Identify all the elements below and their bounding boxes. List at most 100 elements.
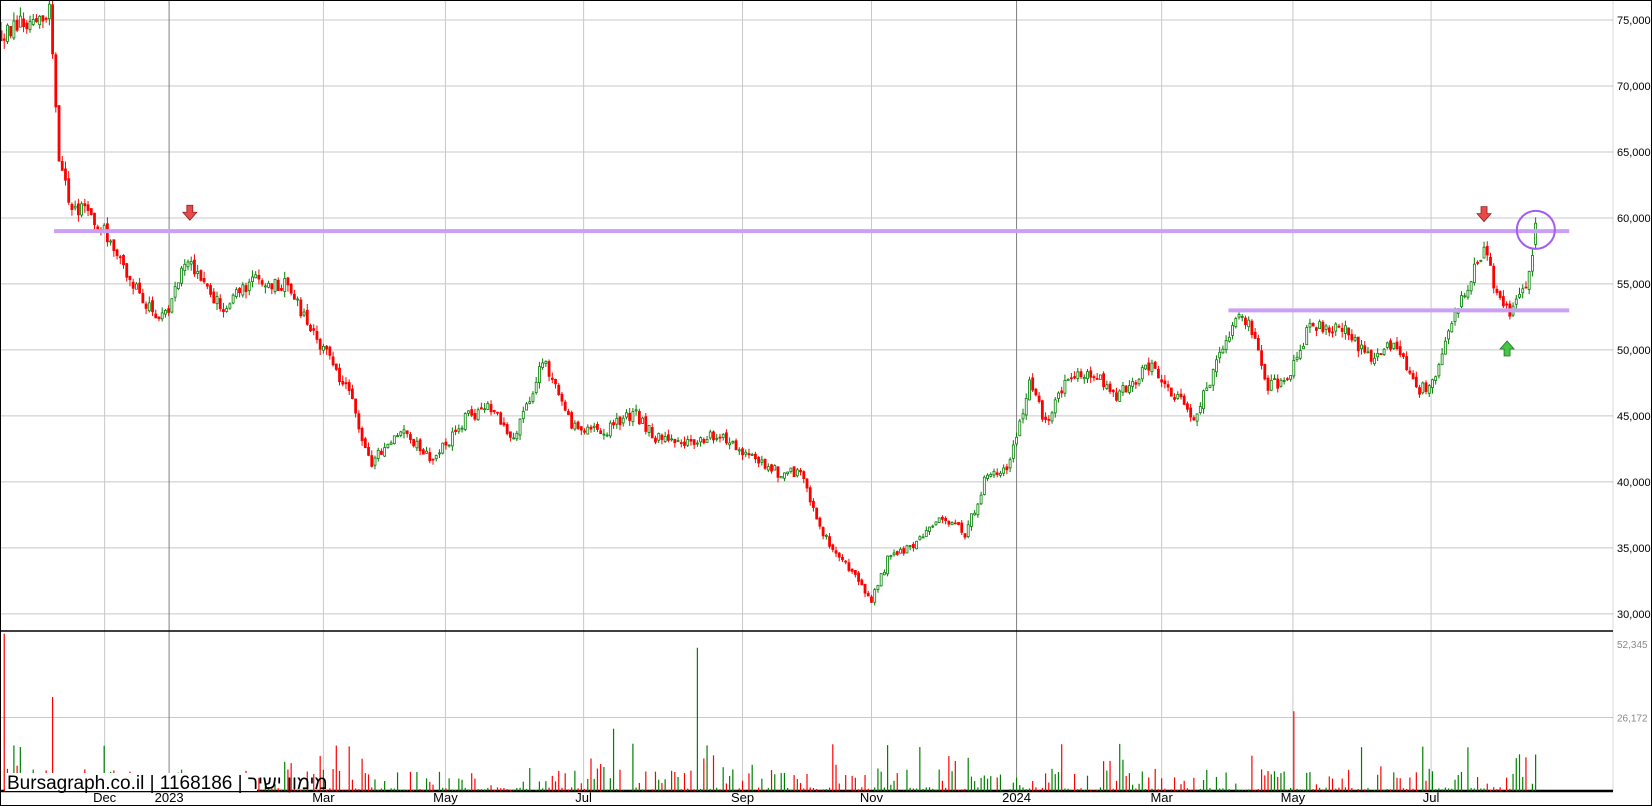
candle-down [144, 303, 148, 309]
candle-down [57, 105, 61, 162]
candle-up [1289, 375, 1292, 380]
candle-down [151, 300, 154, 313]
candle-up [1128, 385, 1131, 393]
candle-down [1363, 345, 1367, 353]
candle-up [634, 409, 638, 412]
candle-down [644, 416, 648, 432]
candle-up [231, 294, 235, 304]
candle-down [1398, 346, 1402, 356]
candle-down [64, 168, 67, 181]
candle-down [328, 346, 332, 356]
candle-down [209, 285, 212, 295]
price-tick-label: 50,000 [1617, 345, 1651, 357]
candle-down [718, 436, 722, 439]
candle-down [612, 422, 615, 426]
candle-down [1505, 303, 1509, 306]
price-tick-label: 35,000 [1617, 543, 1651, 555]
candle-up [1234, 318, 1238, 327]
candle-down [712, 431, 715, 441]
candle-up [1373, 357, 1376, 364]
candle-up [1221, 348, 1225, 354]
candle-down [357, 413, 361, 430]
candle-up [1376, 352, 1380, 358]
candle-down [995, 472, 999, 475]
candle-down [1524, 286, 1528, 289]
candle-up [882, 571, 886, 576]
candle-down [1134, 382, 1138, 385]
candle-up [1208, 384, 1212, 388]
candle-down [1411, 373, 1415, 380]
candle-up [1295, 356, 1299, 360]
candle-up [392, 435, 396, 444]
candle-up [695, 442, 699, 445]
candle-up [992, 470, 996, 476]
candle-up [254, 274, 258, 279]
candle-down [953, 522, 957, 525]
candle-up [921, 536, 925, 539]
candle-up [1469, 281, 1473, 292]
candle-down [554, 379, 557, 385]
candle-up [915, 540, 919, 550]
candle-up [1479, 259, 1483, 262]
candle-up [228, 303, 232, 309]
candle-up [676, 440, 680, 443]
candle-down [834, 550, 838, 554]
candle-down [128, 275, 132, 281]
candle-down [125, 263, 129, 278]
candle-down [944, 517, 948, 522]
up-arrow-icon [1499, 340, 1515, 357]
candle-down [508, 431, 512, 438]
candle-down [351, 388, 354, 400]
candle-up [1202, 390, 1205, 410]
candle-down [1031, 377, 1035, 391]
candle-down [1073, 376, 1076, 379]
candle-up [251, 276, 254, 283]
candle-down [2, 38, 6, 41]
candle-down [579, 426, 583, 431]
candle-up [196, 271, 200, 274]
candle-up [1440, 353, 1444, 366]
candle-down [547, 361, 551, 377]
candle-down [312, 328, 316, 331]
candle-down [1163, 380, 1167, 385]
candle-down [338, 367, 341, 383]
candle-up [1086, 371, 1089, 380]
candle-down [1263, 363, 1267, 380]
candle-down [702, 439, 706, 444]
candle-down [76, 203, 80, 216]
candle-down [818, 517, 822, 527]
candle-down [454, 429, 457, 432]
candle-down [405, 430, 409, 435]
candle-up [918, 536, 922, 541]
candle-up [528, 401, 532, 404]
price-tick-label: 60,000 [1617, 213, 1651, 225]
candle-down [409, 434, 412, 440]
candle-down [763, 458, 767, 469]
candle-up [1215, 359, 1218, 373]
candle-up [1305, 327, 1309, 346]
candle-down [157, 316, 161, 319]
candle-down [35, 18, 38, 23]
candle-down [193, 259, 196, 275]
candle-down [367, 447, 370, 456]
candle-up [1279, 379, 1283, 387]
candle-down [1424, 382, 1428, 392]
candle-up [773, 465, 777, 471]
candle-up [766, 466, 770, 471]
candle-up [1434, 376, 1438, 381]
candle-up [225, 308, 229, 312]
candle-up [934, 521, 938, 526]
candle-up [170, 298, 174, 313]
candle-down [815, 507, 819, 520]
candle-up [1144, 364, 1147, 370]
candle-down [596, 424, 599, 430]
candle-down [276, 279, 280, 291]
candle-down [1124, 385, 1128, 393]
candle-down [628, 412, 632, 421]
candle-up [989, 474, 993, 477]
candle-up [982, 476, 986, 495]
candle-up [386, 443, 390, 448]
candle-down [1244, 317, 1247, 326]
candle-up [937, 517, 941, 523]
candle-up [924, 530, 928, 537]
